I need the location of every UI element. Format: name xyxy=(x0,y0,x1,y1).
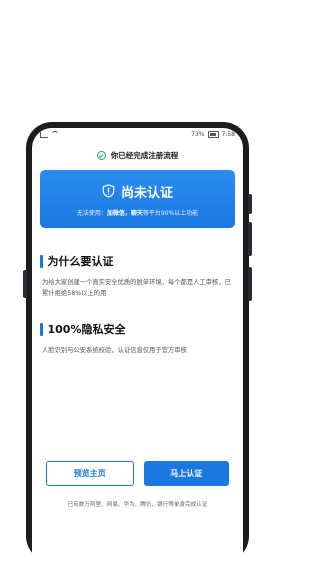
action-buttons: 预览主页 马上认证 xyxy=(46,461,229,486)
section-text: 人脸识别与公安系统校验，认证信息仅用于官方审核 xyxy=(42,347,187,354)
banner-sub-prefix: 无法使用： xyxy=(76,209,107,217)
phone-frame: 73% 7:58 你已经完成注册流程 尚未认证 无法使用：加微信，聊天等平台90… xyxy=(23,122,252,562)
status-bar: 73% 7:58 xyxy=(32,128,243,141)
preview-homepage-button[interactable]: 预览主页 xyxy=(46,461,134,486)
section-text: 为给大家创建一个真实安全优质的脱单环境，每个都是人工审核，已累计拒绝58%以上的… xyxy=(42,279,231,297)
section-title: 100%隐私安全 xyxy=(47,323,126,336)
battery-percent: 73% xyxy=(191,131,205,138)
unverified-banner: 尚未认证 无法使用：加微信，聊天等平台90%以上功能 xyxy=(40,170,235,228)
signal-icon xyxy=(40,131,48,138)
section-accent-bar xyxy=(40,322,43,336)
section-privacy: 100%隐私安全 人脸识别与公安系统校验，认证信息仅用于官方审核 xyxy=(40,321,235,356)
wifi-icon xyxy=(51,130,59,139)
phone-side-button xyxy=(23,270,27,298)
verify-now-button[interactable]: 马上认证 xyxy=(143,461,229,486)
phone-side-button xyxy=(248,222,252,256)
shield-alert-icon xyxy=(102,184,115,198)
registration-complete-text: 你已经完成注册流程 xyxy=(110,151,179,160)
section-accent-bar xyxy=(40,254,43,268)
footer-note: 已有数万阿里、网易、华为、腾讯、银行等单身完成认证 xyxy=(67,502,208,508)
section-why-verify: 为什么要认证 为给大家创建一个真实安全优质的脱单环境，每个都是人工审核，已累计拒… xyxy=(40,253,235,299)
banner-sub-bold: 加微信，聊天 xyxy=(106,209,143,217)
check-circle-icon xyxy=(96,151,106,160)
app-screen: 73% 7:58 你已经完成注册流程 尚未认证 无法使用：加微信，聊天等平台90… xyxy=(32,128,243,562)
phone-side-button xyxy=(248,267,252,301)
status-time: 7:58 xyxy=(221,131,235,138)
section-title: 为什么要认证 xyxy=(47,255,114,268)
banner-title: 尚未认证 xyxy=(120,185,173,201)
battery-icon xyxy=(207,131,219,138)
phone-side-button xyxy=(248,194,252,214)
banner-sub-suffix: 等平台90%以上功能 xyxy=(142,209,199,217)
banner-subtitle: 无法使用：加微信，聊天等平台90%以上功能 xyxy=(77,208,198,217)
registration-complete-row: 你已经完成注册流程 xyxy=(32,150,243,161)
